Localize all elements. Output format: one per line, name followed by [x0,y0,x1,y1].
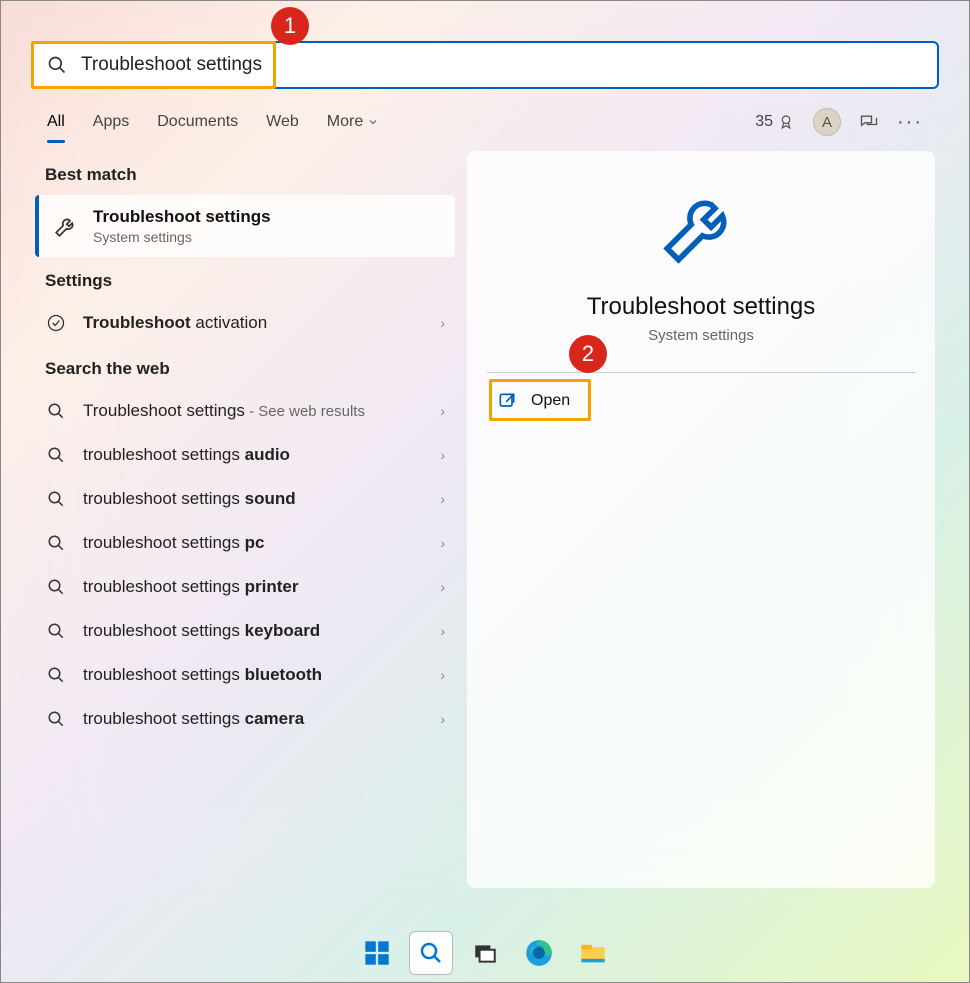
web-suggestion-4[interactable]: troubleshoot settings printer › [35,565,455,609]
user-avatar[interactable]: A [813,108,841,136]
chevron-right-icon: › [440,447,445,463]
tab-more[interactable]: More [327,107,379,137]
chevron-down-icon [367,116,379,128]
web-suggestion-0[interactable]: Troubleshoot settings - See web results › [35,389,455,433]
taskbar [1,924,969,982]
search-icon [45,578,67,596]
chevron-right-icon: › [440,711,445,727]
web-suggestion-text: troubleshoot settings bluetooth [83,665,322,685]
web-suggestion-2[interactable]: troubleshoot settings sound › [35,477,455,521]
tab-more-label: More [327,113,363,131]
task-view-button[interactable] [463,931,507,975]
annotation-badge-2: 2 [569,335,607,373]
rewards-points[interactable]: 35 [755,113,795,131]
more-icon[interactable]: ··· [897,111,923,134]
tab-documents[interactable]: Documents [157,107,238,137]
taskbar-search-button[interactable] [409,931,453,975]
chat-icon[interactable] [859,112,879,132]
web-suggestion-text: troubleshoot settings printer [83,577,298,597]
open-label: Open [531,392,570,410]
detail-pane: Troubleshoot settings System settings Op… [467,151,935,888]
annotation-badge-1: 1 [271,7,309,45]
settings-item-activation[interactable]: Troubleshoot activation › [35,301,455,345]
settings-item-suffix: activation [191,313,268,332]
search-icon [45,534,67,552]
search-icon [45,666,67,684]
search-icon [45,622,67,640]
settings-heading: Settings [35,257,455,301]
chevron-right-icon: › [440,667,445,683]
web-suggestion-5[interactable]: troubleshoot settings keyboard › [35,609,455,653]
tab-apps[interactable]: Apps [93,107,129,137]
detail-title: Troubleshoot settings [587,293,816,321]
chevron-right-icon: › [440,491,445,507]
chevron-right-icon: › [440,623,445,639]
web-suggestion-text: troubleshoot settings sound [83,489,296,509]
web-suggestion-text: troubleshoot settings pc [83,533,264,553]
filter-tabs: All Apps Documents Web More 35 A [21,89,949,143]
web-suggestion-3[interactable]: troubleshoot settings pc › [35,521,455,565]
web-suggestion-text: troubleshoot settings audio [83,445,290,465]
open-action[interactable]: Open 2 [487,373,915,419]
chevron-right-icon: › [440,403,445,419]
search-panel: 1 All Apps Documents Web More 35 A [21,21,949,902]
rewards-points-value: 35 [755,113,773,131]
edge-button[interactable] [517,931,561,975]
search-icon [45,446,67,464]
search-icon [47,55,67,75]
search-bar-area: 1 [21,21,949,89]
web-suggestion-6[interactable]: troubleshoot settings bluetooth › [35,653,455,697]
chevron-right-icon: › [440,579,445,595]
results-column: Best match Troubleshoot settings System … [35,151,455,888]
search-bar[interactable] [31,41,939,89]
start-button[interactable] [355,931,399,975]
search-input[interactable] [81,54,923,76]
settings-item-prefix: Troubleshoot [83,313,191,332]
toolbar-right: 35 A ··· [755,108,923,136]
web-suggestions-list: Troubleshoot settings - See web results ›… [35,389,455,741]
web-suggestion-text: troubleshoot settings keyboard [83,621,320,641]
chevron-right-icon: › [440,535,445,551]
open-external-icon [497,391,517,411]
best-match-result[interactable]: Troubleshoot settings System settings [35,195,455,257]
search-icon [45,710,67,728]
web-suggestion-7[interactable]: troubleshoot settings camera › [35,697,455,741]
medal-icon [777,113,795,131]
best-match-heading: Best match [35,151,455,195]
wrench-large-icon [656,181,746,271]
web-suggestion-text: Troubleshoot settings - See web results [83,401,365,421]
web-suggestion-text: troubleshoot settings camera [83,709,304,729]
content-row: Best match Troubleshoot settings System … [21,143,949,902]
check-circle-icon [45,313,67,333]
web-suggestion-1[interactable]: troubleshoot settings audio › [35,433,455,477]
wrench-icon [53,213,79,239]
search-icon [45,490,67,508]
search-icon [45,402,67,420]
detail-subtitle: System settings [648,327,754,344]
web-heading: Search the web [35,345,455,389]
tab-web[interactable]: Web [266,107,299,137]
best-match-subtitle: System settings [93,229,271,245]
tab-all[interactable]: All [47,107,65,137]
file-explorer-button[interactable] [571,931,615,975]
best-match-title: Troubleshoot settings [93,207,271,227]
chevron-right-icon: › [440,315,445,331]
